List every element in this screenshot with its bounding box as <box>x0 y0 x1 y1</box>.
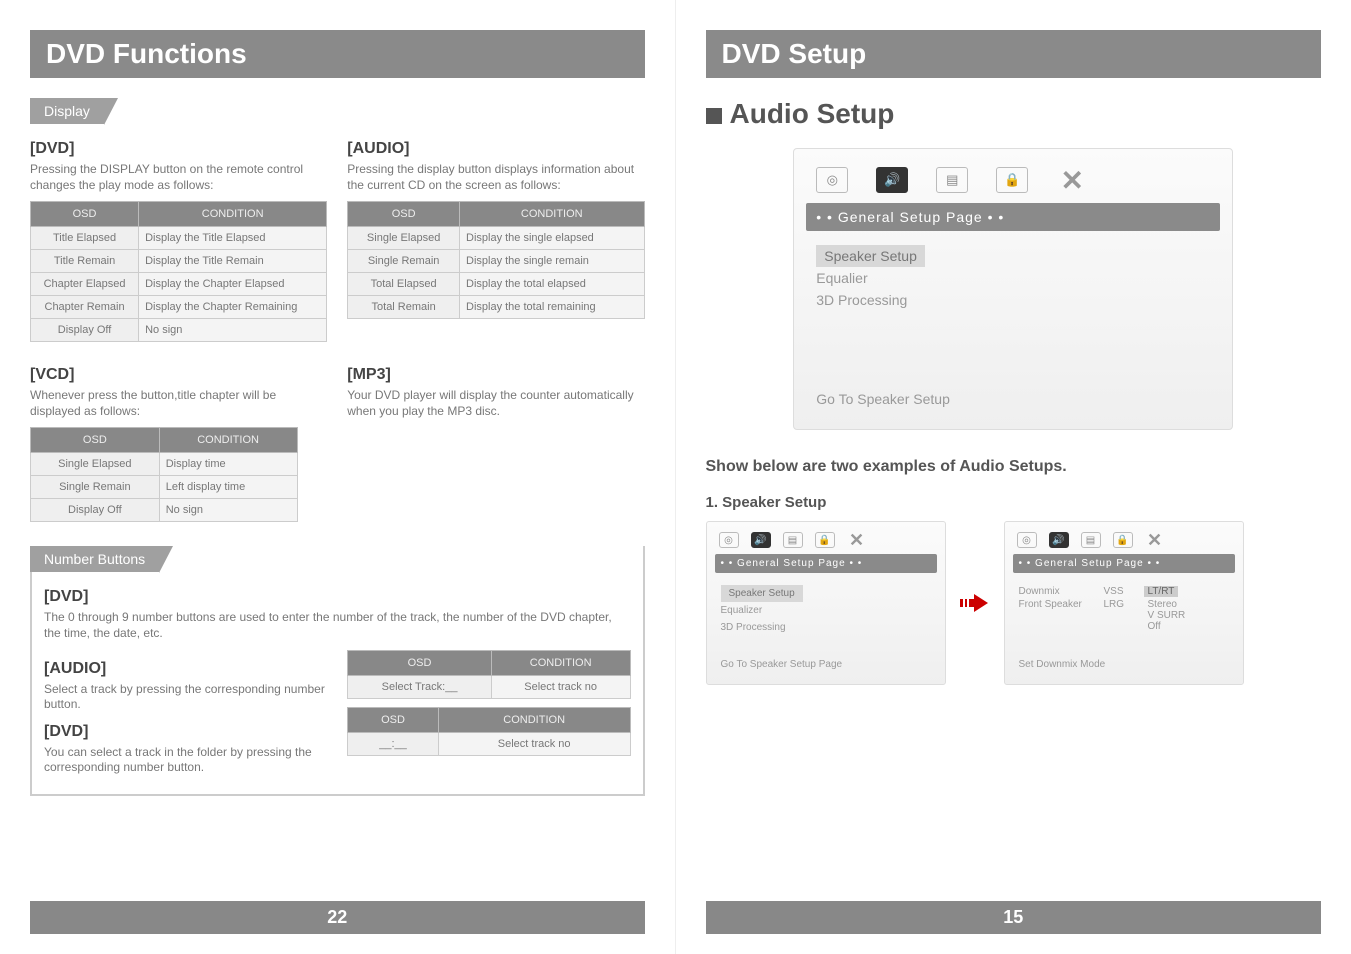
page-number-right: 15 <box>706 901 1322 934</box>
table-row: Single ElapsedDisplay the single elapsed <box>348 227 644 250</box>
table-row: Total ElapsedDisplay the total elapsed <box>348 273 644 296</box>
square-bullet-icon <box>706 108 722 124</box>
dvd-text: Pressing the DISPLAY button on the remot… <box>30 162 327 193</box>
speaker-icon[interactable]: 🔊 <box>876 167 908 193</box>
th-osd: OSD <box>31 428 160 453</box>
vcd-table: OSDCONDITION Single ElapsedDisplay time … <box>30 427 298 522</box>
audio-text: Pressing the display button displays inf… <box>347 162 644 193</box>
arrow-right-icon <box>960 594 990 612</box>
menu-screenshot-b: ◎ 🔊 ▤ 🔒 ✕ • • General Setup Page • • Dow… <box>1004 521 1244 685</box>
menu-bar: • • General Setup Page • • <box>806 203 1220 231</box>
audio-setup-heading: Audio Setup <box>706 98 1322 130</box>
th-cond: CONDITION <box>438 707 630 732</box>
disc-icon[interactable]: ◎ <box>719 532 739 548</box>
num-dvd2-t: You can select a track in the folder by … <box>44 745 327 776</box>
disc-icon[interactable]: ◎ <box>816 167 848 193</box>
menu-screenshot-a: ◎ 🔊 ▤ 🔒 ✕ • • General Setup Page • • Spe… <box>706 521 946 685</box>
th-osd: OSD <box>31 202 139 227</box>
table-row: Title ElapsedDisplay the Title Elapsed <box>31 227 327 250</box>
option-row-front-speaker[interactable]: Front Speaker LRG Stereo V SURR Off <box>1019 598 1229 633</box>
num-audio-h: [AUDIO] <box>44 660 327 678</box>
num-table-1: OSDCONDITION Select Track:__Select track… <box>347 650 630 699</box>
speaker-icon[interactable]: 🔊 <box>1049 532 1069 548</box>
th-cond: CONDITION <box>460 202 645 227</box>
display-tag: Display <box>30 98 104 124</box>
close-icon[interactable]: ✕ <box>1145 532 1165 548</box>
examples-caption: Show below are two examples of Audio Set… <box>706 458 1322 476</box>
menu-item-3d-processing[interactable]: 3D Processing <box>816 289 1210 311</box>
audio-table: OSDCONDITION Single ElapsedDisplay the s… <box>347 201 644 319</box>
mp3-text: Your DVD player will display the counter… <box>347 388 644 419</box>
lock-icon[interactable]: 🔒 <box>1113 532 1133 548</box>
vcd-text: Whenever press the button,title chapter … <box>30 388 327 419</box>
mp3-heading: [MP3] <box>347 366 644 384</box>
speaker-icon[interactable]: 🔊 <box>751 532 771 548</box>
num-dvd-h: [DVD] <box>44 588 631 606</box>
dvd-table: OSDCONDITION Title ElapsedDisplay the Ti… <box>30 201 327 342</box>
option-row-downmix[interactable]: Downmix VSS LT/RT <box>1019 585 1229 598</box>
menu-item-3d-processing[interactable]: 3D Processing <box>721 619 931 636</box>
page-number-left: 22 <box>30 901 645 934</box>
table-row: Display OffNo sign <box>31 499 298 522</box>
table-row: __:__Select track no <box>348 732 630 755</box>
vcd-heading: [VCD] <box>30 366 327 384</box>
osd-icon[interactable]: ▤ <box>1081 532 1101 548</box>
table-row: Single RemainLeft display time <box>31 476 298 499</box>
th-osd: OSD <box>348 707 439 732</box>
osd-icon[interactable]: ▤ <box>783 532 803 548</box>
menu-bar: • • General Setup Page • • <box>1013 554 1235 573</box>
table-row: Chapter ElapsedDisplay the Chapter Elaps… <box>31 273 327 296</box>
num-dvd-t: The 0 through 9 number buttons are used … <box>44 610 631 641</box>
menu-item-speaker-setup[interactable]: Speaker Setup <box>816 245 925 267</box>
osd-icon[interactable]: ▤ <box>936 167 968 193</box>
menu-bar: • • General Setup Page • • <box>715 554 937 573</box>
menu-footer: Go To Speaker Setup <box>806 381 1220 417</box>
menu-item-equalizer[interactable]: Equalizer <box>721 602 931 619</box>
left-title: DVD Functions <box>30 30 645 78</box>
table-row: Title RemainDisplay the Title Remain <box>31 250 327 273</box>
number-buttons-tag: Number Buttons <box>30 546 159 572</box>
menu-item-speaker-setup[interactable]: Speaker Setup <box>721 585 803 602</box>
table-row: Display OffNo sign <box>31 319 327 342</box>
example1-title: 1. Speaker Setup <box>706 494 1322 511</box>
th-cond: CONDITION <box>491 650 630 675</box>
num-audio-t: Select a track by pressing the correspon… <box>44 682 327 713</box>
table-row: Total RemainDisplay the total remaining <box>348 296 644 319</box>
dvd-heading: [DVD] <box>30 140 327 158</box>
th-osd: OSD <box>348 650 492 675</box>
table-row: Single RemainDisplay the single remain <box>348 250 644 273</box>
menu-footer: Go To Speaker Setup Page <box>715 653 937 676</box>
lock-icon[interactable]: 🔒 <box>815 532 835 548</box>
table-row: Select Track:__Select track no <box>348 675 630 698</box>
th-osd: OSD <box>348 202 460 227</box>
menu-item-equalier[interactable]: Equalier <box>816 267 1210 289</box>
th-cond: CONDITION <box>139 202 327 227</box>
th-cond: CONDITION <box>159 428 297 453</box>
right-title: DVD Setup <box>706 30 1322 78</box>
table-row: Single ElapsedDisplay time <box>31 453 298 476</box>
audio-heading: [AUDIO] <box>347 140 644 158</box>
disc-icon[interactable]: ◎ <box>1017 532 1037 548</box>
num-table-2: OSDCONDITION __:__Select track no <box>347 707 630 756</box>
num-dvd2-h: [DVD] <box>44 723 327 741</box>
lock-icon[interactable]: 🔒 <box>996 167 1028 193</box>
close-icon[interactable]: ✕ <box>847 532 867 548</box>
close-icon[interactable]: ✕ <box>1056 167 1088 193</box>
table-row: Chapter RemainDisplay the Chapter Remain… <box>31 296 327 319</box>
menu-footer: Set Downmix Mode <box>1013 653 1235 676</box>
menu-screenshot-main: ◎ 🔊 ▤ 🔒 ✕ • • General Setup Page • • Spe… <box>793 148 1233 430</box>
